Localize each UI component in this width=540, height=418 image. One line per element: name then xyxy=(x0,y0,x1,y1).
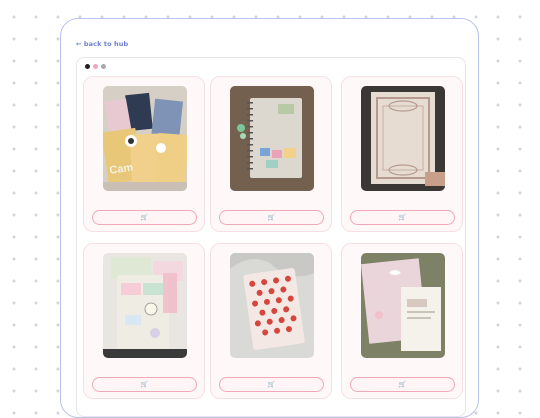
add-to-cart-button[interactable]: 🛒 xyxy=(350,210,455,225)
add-to-cart-button[interactable]: 🛒 xyxy=(219,210,324,225)
shopping-cart-icon: 🛒 xyxy=(140,380,149,388)
back-to-hub-link[interactable]: ← back to hub xyxy=(76,40,128,48)
product-card: 🛒 xyxy=(210,243,332,399)
product-card: 🛒 xyxy=(341,243,463,399)
product-photo-kamio-campus-notebooks: Cam xyxy=(103,86,187,191)
product-photo-strawberry-notebook xyxy=(230,253,314,358)
product-card: 🛒 xyxy=(341,76,463,232)
shopping-cart-icon: 🛒 xyxy=(140,213,149,221)
product-photo-planner-with-stickers xyxy=(103,253,187,358)
add-to-cart-button[interactable]: 🛒 xyxy=(92,210,197,225)
product-photo-pastel-notebook-set xyxy=(361,253,445,358)
shopping-cart-icon: 🛒 xyxy=(267,380,276,388)
gallery-window: Cam 🛒 🛒 🛒 🛒 🛒 🛒 xyxy=(76,57,466,417)
shopping-cart-icon: 🛒 xyxy=(398,380,407,388)
hub-card: ← back to hub Cam 🛒 🛒 🛒 🛒 🛒 🛒 xyxy=(60,18,479,418)
product-card: 🛒 xyxy=(83,243,205,399)
window-dots xyxy=(85,64,106,70)
product-photo-ornate-frame-journal xyxy=(361,86,445,191)
window-dot-close xyxy=(85,64,90,69)
product-card: 🛒 xyxy=(210,76,332,232)
shopping-cart-icon: 🛒 xyxy=(398,213,407,221)
add-to-cart-button[interactable]: 🛒 xyxy=(92,377,197,392)
shopping-cart-icon: 🛒 xyxy=(267,213,276,221)
window-dot-maximize xyxy=(101,64,106,69)
add-to-cart-button[interactable]: 🛒 xyxy=(350,377,455,392)
window-dot-minimize xyxy=(93,64,98,69)
product-photo-spiral-sticker-notebook xyxy=(230,86,314,191)
add-to-cart-button[interactable]: 🛒 xyxy=(219,377,324,392)
product-card: Cam 🛒 xyxy=(83,76,205,232)
